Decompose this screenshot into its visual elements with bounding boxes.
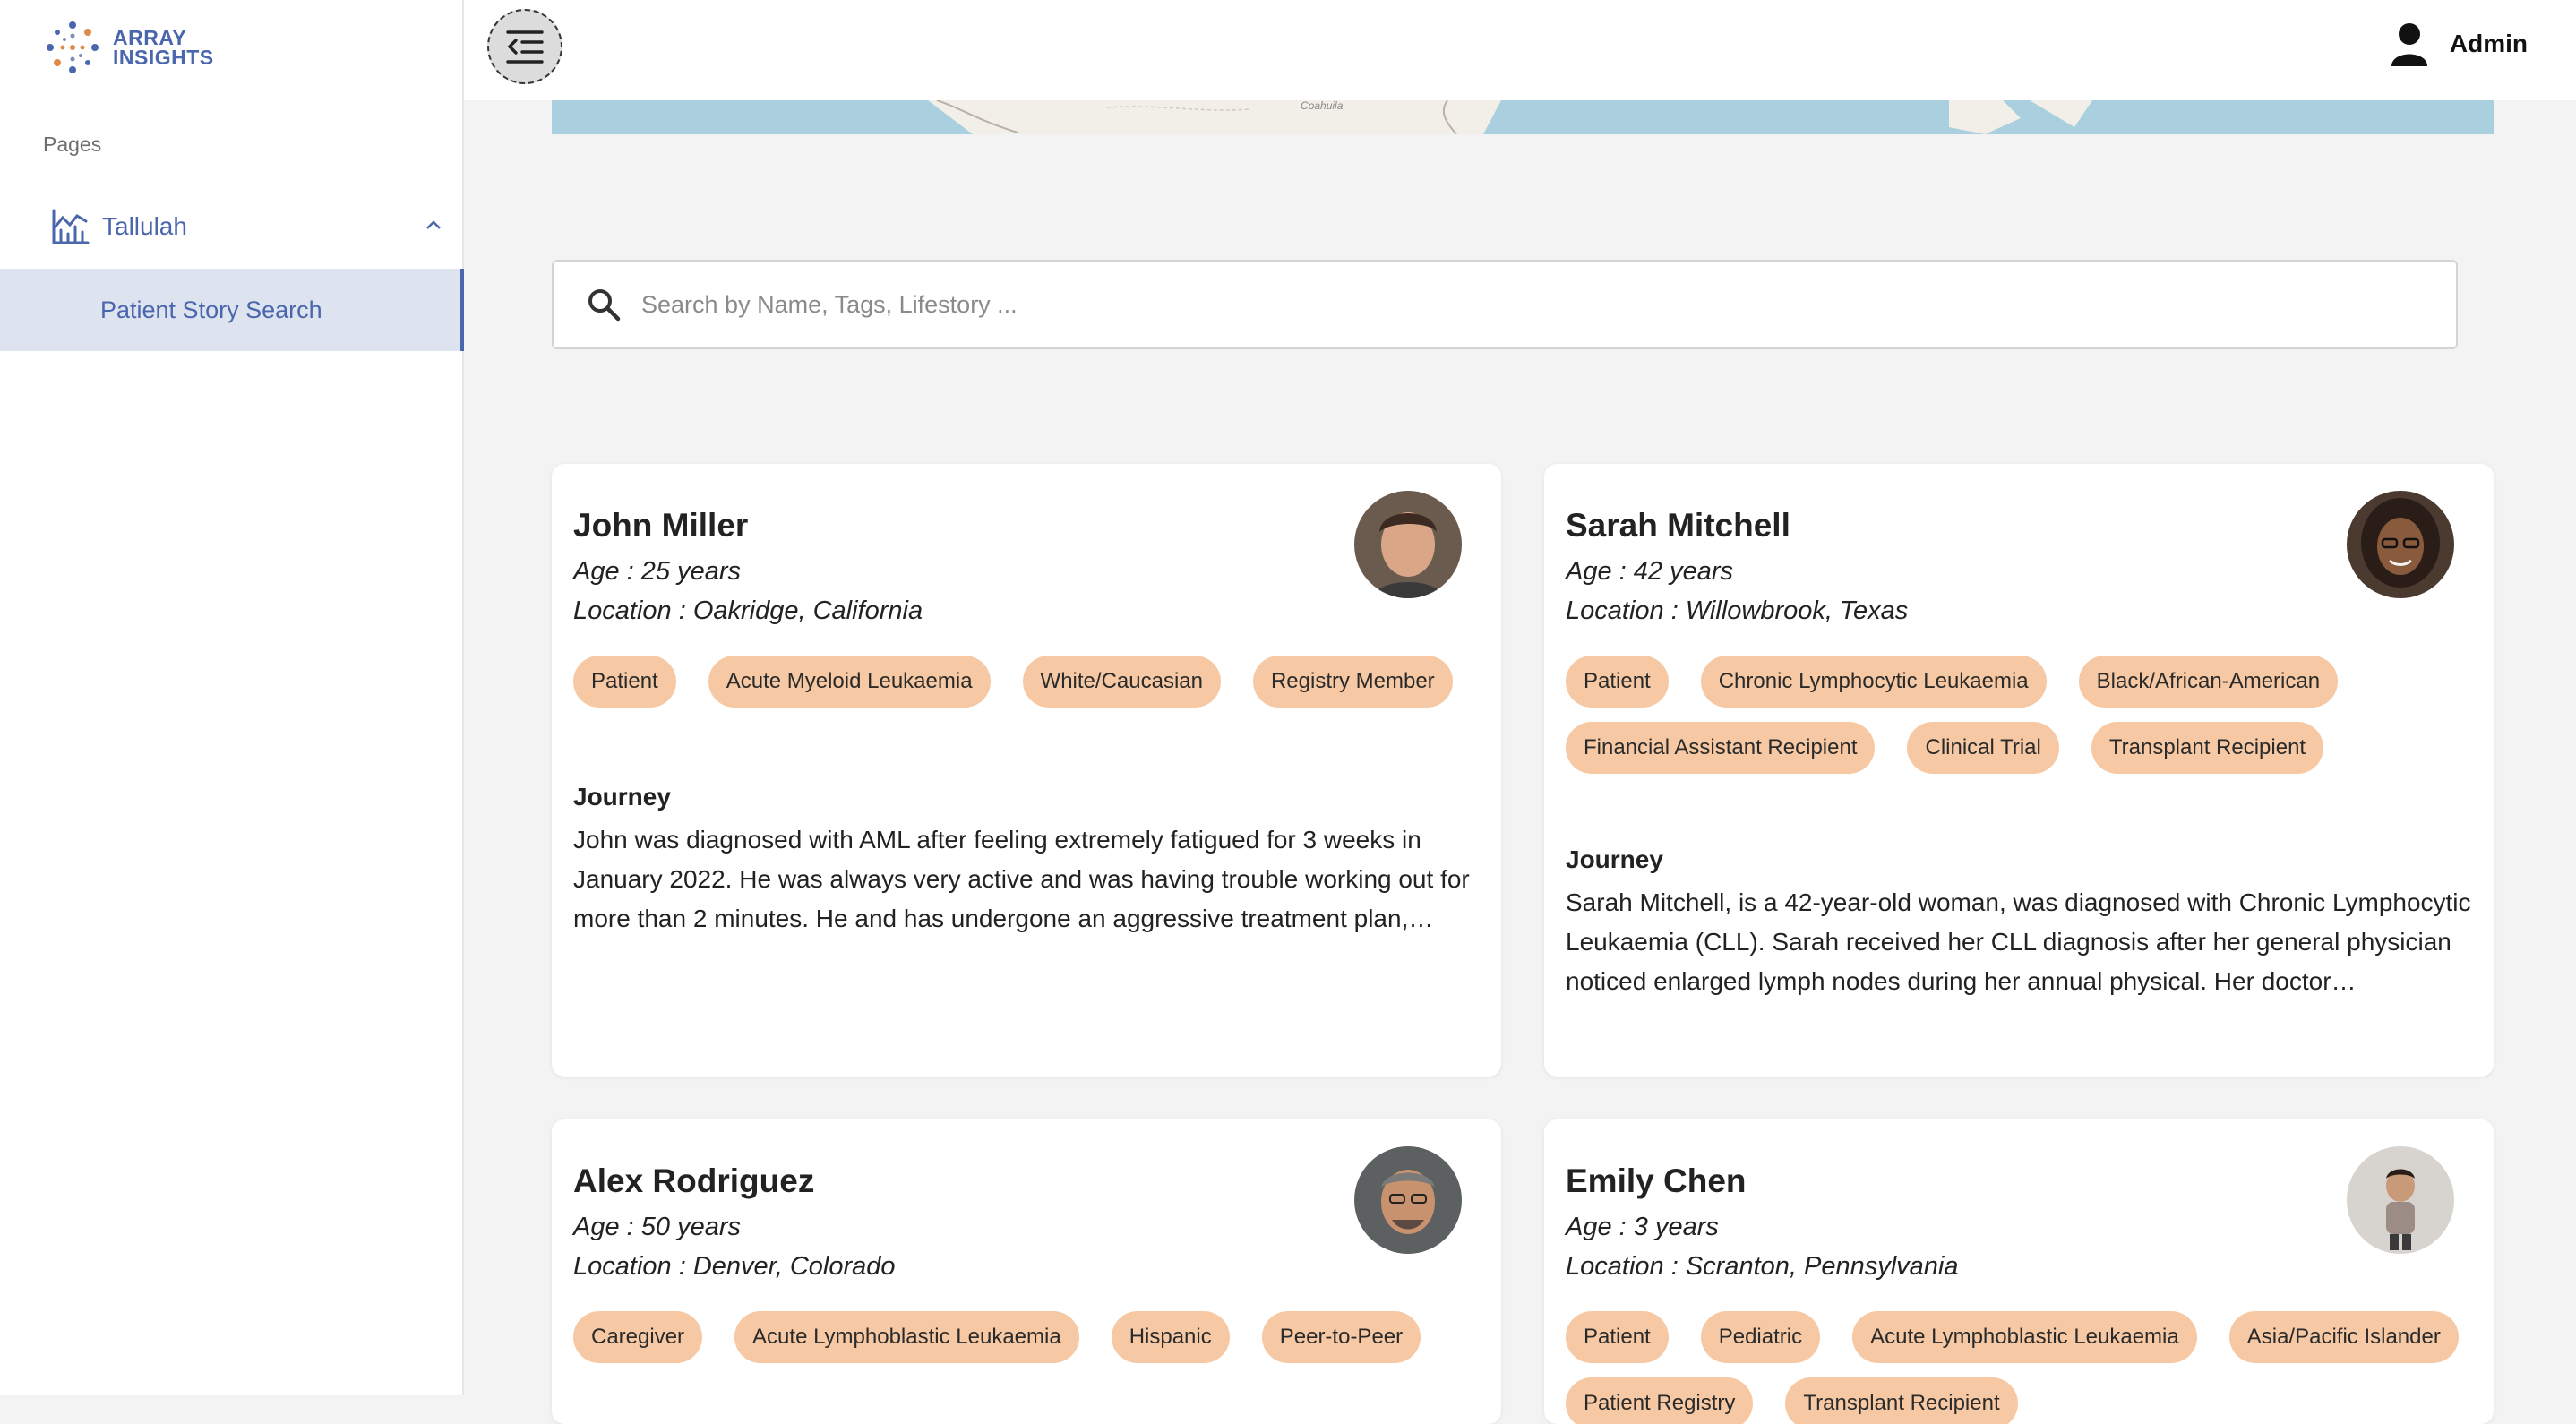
tag-chip[interactable]: Transplant Recipient [1785, 1377, 2018, 1424]
tag-chip[interactable]: Acute Lymphoblastic Leukaemia [1852, 1311, 2197, 1363]
map-land-shapes: Coahuila [928, 100, 2092, 134]
patient-card[interactable]: John Miller Age : 25 years Location : Oa… [552, 464, 1501, 1077]
tag-list: Patient Chronic Lymphocytic Leukaemia Bl… [1566, 656, 2479, 774]
tag-chip[interactable]: Registry Member [1252, 656, 1453, 708]
tag-list: Caregiver Acute Lymphoblastic Leukaemia … [573, 1311, 1487, 1363]
brand-name: ARRAY INSIGHTS [113, 26, 214, 69]
search-input[interactable] [641, 290, 2343, 319]
tag-chip[interactable]: Clinical Trial [1907, 722, 2059, 774]
patient-name: John Miller [573, 507, 749, 544]
patient-location: Location : Oakridge, California [573, 596, 923, 625]
brand-line-1: ARRAY [113, 26, 187, 49]
user-menu[interactable]: Admin [2391, 21, 2528, 66]
journey-heading: Journey [1566, 845, 1663, 873]
menu-collapse-icon [506, 30, 544, 64]
sidebar-item-tallulah[interactable]: Tallulah [50, 202, 444, 251]
tag-chip[interactable]: Hispanic [1111, 1311, 1230, 1363]
patient-name: Alex Rodriguez [573, 1162, 815, 1199]
tag-chip[interactable]: Pediatric [1700, 1311, 1821, 1363]
collapse-sidebar-button[interactable] [487, 9, 562, 84]
patient-card[interactable]: Emily Chen Age : 3 years Location : Scra… [1544, 1119, 2494, 1424]
patient-age: Age : 3 years [1566, 1213, 1719, 1241]
patient-avatar [2347, 491, 2454, 598]
user-name: Admin [2449, 30, 2528, 57]
patient-age: Age : 42 years [1566, 557, 1733, 586]
sidebar-item-label: Tallulah [102, 212, 187, 240]
bar-chart-icon [52, 209, 90, 244]
tag-chip[interactable]: Asia/Pacific Islander [2228, 1311, 2459, 1363]
journey-text: John was diagnosed with AML after feelin… [573, 826, 1470, 932]
patient-card[interactable]: Alex Rodriguez Age : 50 years Location :… [552, 1119, 1501, 1424]
tag-chip[interactable]: Financial Assistant Recipient [1566, 722, 1876, 774]
tag-chip[interactable]: Patient [573, 656, 676, 708]
patient-avatar [1354, 491, 1462, 598]
top-header: Admin [464, 0, 2576, 100]
sidebar: ARRAY INSIGHTS Pages Tallulah Patient St… [0, 0, 464, 1395]
journey-text: Sarah Mitchell, is a 42-year-old woman, … [1566, 888, 2471, 995]
sidebar-item-label: Patient Story Search [100, 296, 322, 323]
tag-chip[interactable]: Black/African-American [2078, 656, 2339, 708]
patient-card[interactable]: Sarah Mitchell Age : 42 years Location :… [1544, 464, 2494, 1077]
map-place-label: Coahuila [1301, 100, 1344, 112]
tag-chip[interactable]: Patient [1566, 656, 1669, 708]
tag-chip[interactable]: White/Caucasian [1022, 656, 1221, 708]
tag-chip[interactable]: Chronic Lymphocytic Leukaemia [1700, 656, 2047, 708]
map-view[interactable]: Coahuila [552, 100, 2494, 134]
tag-chip[interactable]: Acute Lymphoblastic Leukaemia [734, 1311, 1079, 1363]
tag-chip[interactable]: Patient [1566, 1311, 1669, 1363]
journey-heading: Journey [573, 783, 671, 811]
search-icon [588, 289, 621, 322]
tag-list: Patient Acute Myeloid Leukaemia White/Ca… [573, 656, 1487, 708]
tag-chip[interactable]: Caregiver [573, 1311, 703, 1363]
patient-name: Sarah Mitchell [1566, 507, 1790, 544]
patient-search-bar[interactable] [552, 260, 2458, 349]
patient-location: Location : Denver, Colorado [573, 1252, 896, 1281]
tag-chip[interactable]: Peer-to-Peer [1261, 1311, 1421, 1363]
tag-chip[interactable]: Acute Myeloid Leukaemia [708, 656, 991, 708]
pages-section-label: Pages [43, 133, 102, 156]
patient-name: Emily Chen [1566, 1162, 1747, 1199]
tag-chip[interactable]: Transplant Recipient [2091, 722, 2324, 774]
patient-age: Age : 25 years [573, 557, 741, 586]
patient-avatar [2347, 1146, 2454, 1254]
tag-chip[interactable]: Patient Registry [1566, 1377, 1754, 1424]
array-insights-logo-icon [47, 21, 99, 73]
sidebar-item-patient-story-search[interactable]: Patient Story Search [0, 269, 464, 351]
patient-age: Age : 50 years [573, 1213, 741, 1241]
tag-list: Patient Pediatric Acute Lymphoblastic Le… [1566, 1311, 2479, 1424]
chevron-up-icon[interactable] [423, 215, 444, 236]
patient-location: Location : Willowbrook, Texas [1566, 596, 1909, 625]
user-avatar-icon [2391, 23, 2427, 66]
brand-logo[interactable]: ARRAY INSIGHTS [43, 18, 214, 77]
patient-location: Location : Scranton, Pennsylvania [1566, 1252, 1959, 1281]
brand-line-2: INSIGHTS [113, 46, 214, 69]
patient-avatar [1354, 1146, 1462, 1254]
